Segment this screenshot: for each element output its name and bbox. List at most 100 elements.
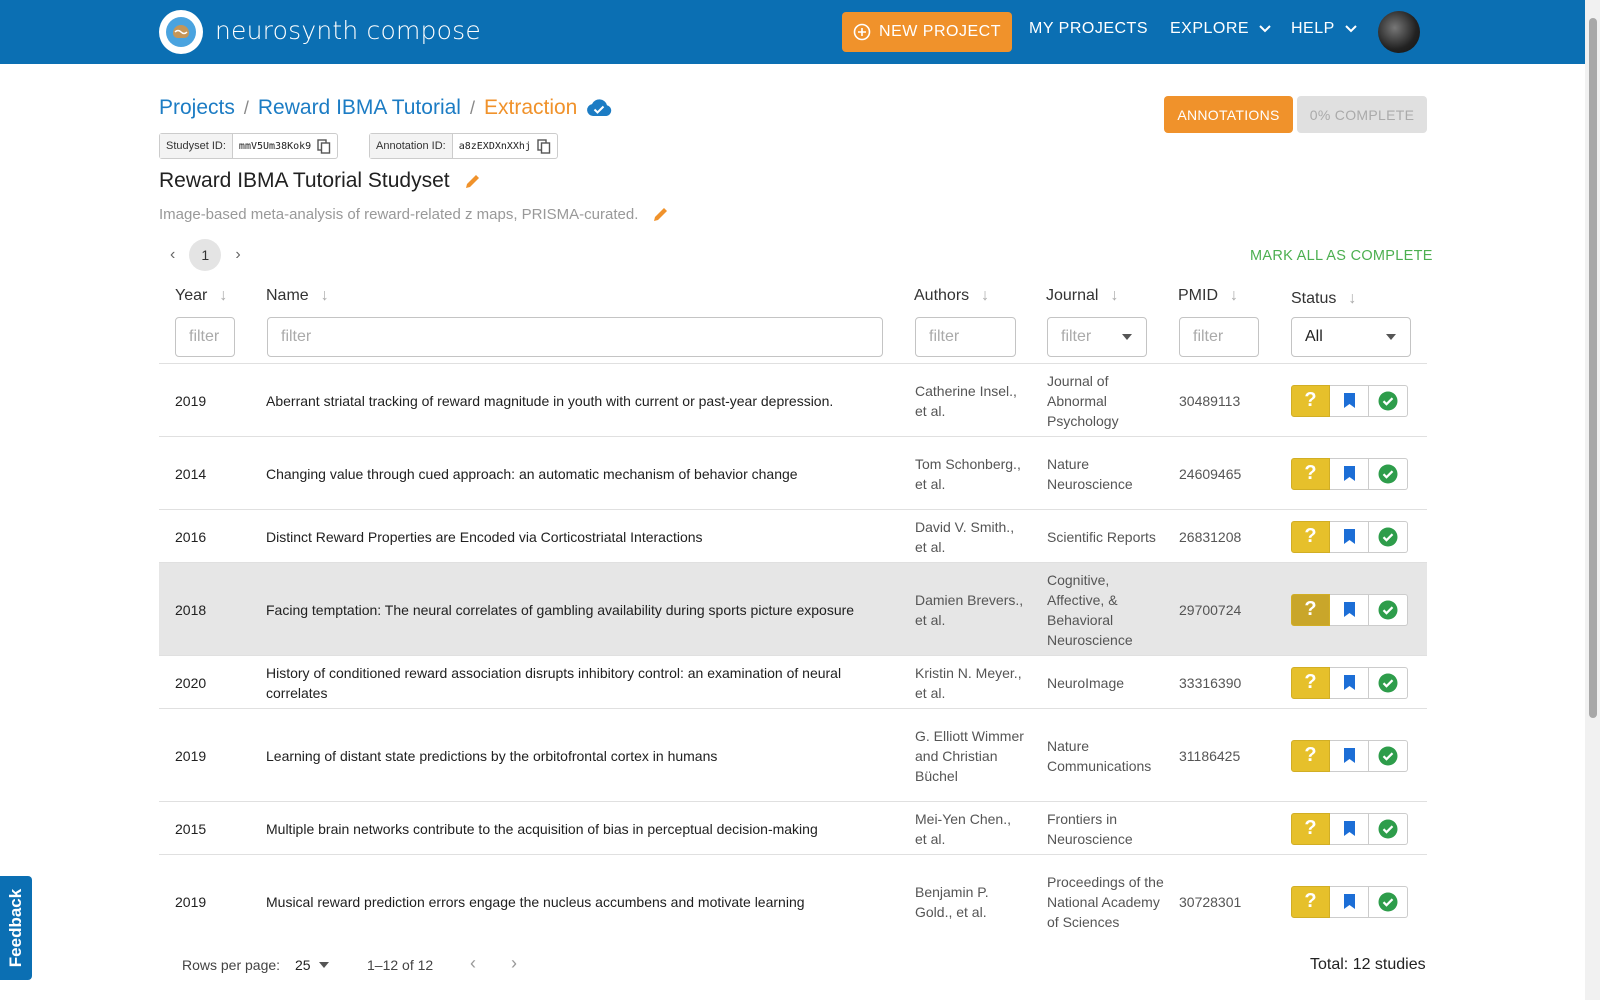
bookmark-icon (1343, 894, 1355, 909)
table-row[interactable]: 2018 Facing temptation: The neural correl… (159, 562, 1427, 655)
edit-pencil-icon[interactable] (464, 172, 482, 190)
column-header-status[interactable]: Status ↓ (1291, 290, 1356, 308)
mark-complete-button[interactable] (1369, 384, 1408, 417)
table-row[interactable]: 2019 Musical reward prediction errors eng… (159, 854, 1427, 947)
name-filter-input[interactable]: filter (267, 317, 883, 357)
mark-uncategorized-button[interactable]: ? (1291, 384, 1330, 417)
mark-uncategorized-button[interactable]: ? (1291, 739, 1330, 772)
mark-complete-button[interactable] (1369, 739, 1408, 772)
table-row[interactable]: 2014 Changing value through cued approach… (159, 436, 1427, 509)
column-header-authors[interactable]: Authors ↓ (914, 287, 989, 305)
table-row[interactable]: 2015 Multiple brain networks contribute t… (159, 801, 1427, 854)
cell-journal: Proceedings of the National Academy of S… (1047, 873, 1164, 930)
nav-my-projects[interactable]: MY PROJECTS (1029, 20, 1148, 38)
year-filter-input[interactable]: filter (175, 317, 235, 357)
scrollbar-thumb[interactable] (1589, 18, 1597, 718)
feedback-tab[interactable]: Feedback (0, 876, 32, 980)
mark-uncategorized-button[interactable]: ? (1291, 885, 1330, 918)
nav-help-label: HELP (1291, 20, 1335, 37)
nav-my-projects-label: MY PROJECTS (1029, 20, 1148, 37)
table-row[interactable]: 2019 Learning of distant state prediction… (159, 708, 1427, 801)
copy-icon[interactable] (537, 138, 557, 154)
bookmark-icon (1343, 675, 1355, 690)
column-header-pmid[interactable]: PMID ↓ (1178, 287, 1238, 305)
sort-arrow-icon[interactable]: ↓ (1348, 290, 1356, 308)
mark-uncategorized-button[interactable]: ? (1291, 593, 1330, 626)
brand-name[interactable]: neurosynth compose (215, 16, 481, 45)
mark-save-for-later-button[interactable] (1330, 666, 1369, 699)
annotations-button[interactable]: ANNOTATIONS (1164, 96, 1293, 133)
dropdown-arrow-icon (1122, 334, 1132, 340)
mark-uncategorized-button[interactable]: ? (1291, 457, 1330, 490)
sort-arrow-icon[interactable]: ↓ (1230, 287, 1238, 305)
total-studies: Total: 12 studies (1310, 956, 1426, 973)
mark-uncategorized-button[interactable]: ? (1291, 520, 1330, 553)
mark-save-for-later-button[interactable] (1330, 812, 1369, 845)
breadcrumb-projects[interactable]: Projects (159, 96, 235, 120)
mark-save-for-later-button[interactable] (1330, 739, 1369, 772)
mark-save-for-later-button[interactable] (1330, 384, 1369, 417)
sort-arrow-icon[interactable]: ↓ (1110, 287, 1118, 305)
status-actions: ? (1291, 666, 1408, 699)
cell-journal: Journal of Abnormal Psychology (1047, 372, 1119, 429)
column-header-journal[interactable]: Journal ↓ (1046, 287, 1118, 305)
breadcrumb-project[interactable]: Reward IBMA Tutorial (258, 96, 461, 120)
mark-save-for-later-button[interactable] (1330, 520, 1369, 553)
journal-filter-select[interactable]: filter (1047, 317, 1147, 357)
copy-icon[interactable] (317, 138, 337, 154)
chevron-right-icon[interactable]: › (235, 246, 240, 264)
edit-pencil-icon[interactable] (652, 205, 670, 223)
mark-save-for-later-button[interactable] (1330, 593, 1369, 626)
cell-year: 2019 (175, 747, 207, 764)
table-row[interactable]: 2016 Distinct Reward Properties are Encod… (159, 509, 1427, 562)
chevron-left-icon[interactable]: ‹ (470, 953, 476, 974)
status-filter-select[interactable]: All (1291, 317, 1411, 357)
mark-uncategorized-button[interactable]: ? (1291, 812, 1330, 845)
cell-pmid: 24609465 (1179, 465, 1242, 482)
studyset-id-label: Studyset ID: (160, 134, 233, 158)
status-actions: ? (1291, 384, 1408, 417)
sort-arrow-icon[interactable]: ↓ (981, 287, 989, 305)
app-header: neurosynth compose NEW PROJECT MY PROJEC… (0, 0, 1585, 64)
check-circle-icon (1378, 464, 1398, 483)
mark-save-for-later-button[interactable] (1330, 885, 1369, 918)
mark-complete-button[interactable] (1369, 457, 1408, 490)
mark-complete-button[interactable] (1369, 520, 1408, 553)
mark-save-for-later-button[interactable] (1330, 457, 1369, 490)
table-row[interactable]: 2019 Aberrant striatal tracking of reward… (159, 363, 1427, 436)
cell-name: Musical reward prediction errors engage … (266, 893, 805, 910)
column-header-name[interactable]: Name ↓ (266, 287, 329, 305)
cell-name: Multiple brain networks contribute to th… (266, 820, 818, 837)
sort-arrow-icon[interactable]: ↓ (321, 287, 329, 305)
cell-name: History of conditioned reward associatio… (266, 664, 842, 701)
page-button[interactable]: 1 (189, 239, 222, 271)
feedback-label: Feedback (6, 888, 25, 968)
mark-all-complete-button[interactable]: MARK ALL AS COMPLETE (1250, 248, 1433, 264)
mark-complete-button[interactable] (1369, 666, 1408, 699)
new-project-label: NEW PROJECT (879, 23, 1001, 40)
breadcrumb-current: Extraction (483, 96, 578, 119)
nav-explore[interactable]: EXPLORE (1170, 20, 1271, 38)
brain-logo-icon[interactable] (159, 10, 203, 54)
mark-uncategorized-button[interactable]: ? (1291, 666, 1330, 699)
table-row[interactable]: 2020 History of conditioned reward associ… (159, 655, 1427, 708)
percent-complete-button: 0% COMPLETE (1297, 96, 1427, 133)
column-header-year[interactable]: Year ↓ (175, 287, 227, 305)
mark-complete-button[interactable] (1369, 593, 1408, 626)
chevron-left-icon[interactable]: ‹ (170, 246, 175, 264)
pmid-filter-input[interactable]: filter (1179, 317, 1259, 357)
new-project-button[interactable]: NEW PROJECT (842, 12, 1012, 52)
chevron-right-icon[interactable]: › (511, 953, 517, 974)
breadcrumb-separator: / (469, 97, 475, 118)
question-mark-icon: ? (1304, 389, 1317, 411)
authors-filter-input[interactable]: filter (915, 317, 1016, 357)
cell-name: Changing value through cued approach: an… (266, 465, 798, 482)
question-mark-icon: ? (1304, 525, 1317, 547)
status-actions: ? (1291, 593, 1408, 626)
rows-per-page-select[interactable]: 25 (295, 957, 329, 973)
nav-help[interactable]: HELP (1291, 20, 1357, 38)
sort-arrow-icon[interactable]: ↓ (219, 287, 227, 305)
mark-complete-button[interactable] (1369, 812, 1408, 845)
mark-complete-button[interactable] (1369, 885, 1408, 918)
user-avatar[interactable] (1378, 11, 1420, 53)
